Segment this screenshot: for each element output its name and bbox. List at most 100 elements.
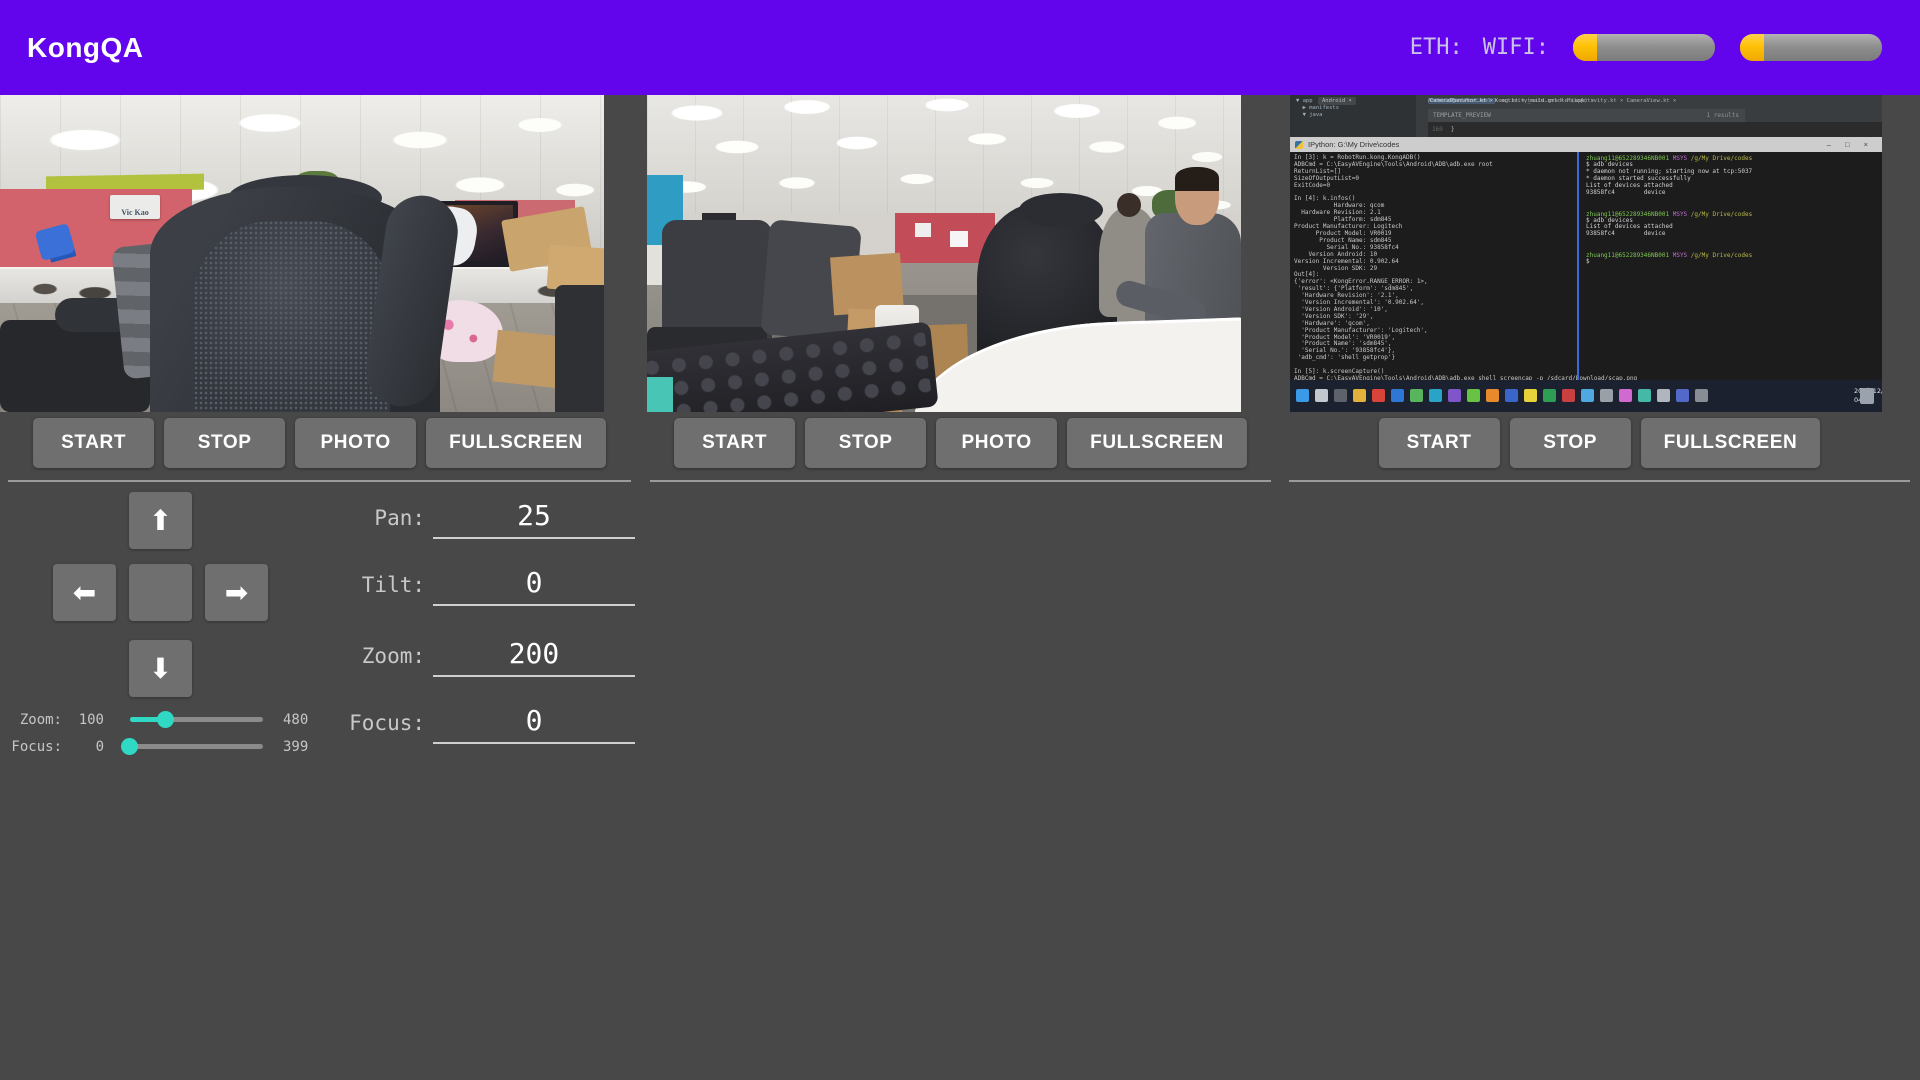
ide-search-results: 1 results — [1706, 109, 1739, 122]
shell-block: zhuang11@652289346NB001 MSYS /g/My Drive… — [1586, 252, 1878, 266]
focus-input[interactable]: 0 — [433, 704, 635, 737]
fullscreen-button[interactable]: FULLSCREEN — [1641, 418, 1821, 468]
stop-button[interactable]: STOP — [1510, 418, 1631, 468]
windows-taskbar: 下午 04:13 2020/12/2 — [1290, 380, 1882, 412]
start-button[interactable]: START — [674, 418, 795, 468]
camera-3-controls: START STOP FULLSCREEN — [1289, 418, 1910, 468]
pad-center-button[interactable] — [129, 564, 192, 621]
shell-block: zhuang11@652289346NB001 MSYS /g/My Drive… — [1586, 155, 1878, 197]
cardboard-box — [492, 330, 563, 389]
ide-toolbar: ▼ app ▶ manifests ▼ java Android ▾ Andro… — [1290, 95, 1882, 137]
show-desktop-icon — [1860, 388, 1874, 404]
zoom-slider-track[interactable] — [130, 717, 263, 722]
shell-path: /g/My Drive/codes — [1691, 252, 1752, 259]
focus-slider-label: Focus: — [2, 739, 62, 755]
zoom-input[interactable]: 200 — [433, 637, 635, 670]
panel-divider — [650, 480, 1271, 482]
pan-left-button[interactable]: ⬅ — [53, 564, 116, 621]
eth-signal-fill — [1573, 34, 1597, 61]
kongqa-app: KongQA ETH: WIFI: Vic Kao — [0, 0, 1920, 1080]
ide-tabs-right: Kong.kt × build.gradle (app) × — [1495, 98, 1594, 104]
stop-button[interactable]: STOP — [164, 418, 285, 468]
focus-input-underline — [433, 742, 635, 744]
zoom-slider-min: 100 — [60, 712, 104, 728]
camera-feed-1: Vic Kao — [0, 95, 604, 412]
ide-search-bar: TEMPLATE_PREVIEW 1 results — [1428, 109, 1745, 123]
focus-slider-track[interactable] — [130, 744, 263, 749]
up-arrow-icon: ⬆ — [149, 504, 172, 537]
fullscreen-button[interactable]: FULLSCREEN — [1067, 418, 1247, 468]
focus-slider-max: 399 — [283, 739, 327, 755]
zoom-input-underline — [433, 675, 635, 677]
tilt-field-label: Tilt: — [337, 573, 425, 597]
pan-input[interactable]: 25 — [433, 499, 635, 532]
focus-field-label: Focus: — [337, 711, 425, 735]
pane-divider — [1577, 152, 1579, 380]
camera-feed-3: ▼ app ▶ manifests ▼ java Android ▾ Andro… — [1290, 95, 1882, 412]
stop-button[interactable]: STOP — [805, 418, 926, 468]
camera-2-controls: START STOP PHOTO FULLSCREEN — [650, 418, 1271, 468]
focus-field-row: Focus: 0 — [337, 704, 637, 744]
zoom-field-label: Zoom: — [337, 644, 425, 668]
zoom-slider-thumb[interactable] — [157, 711, 174, 728]
camera-feed-2 — [647, 95, 1241, 412]
ide-code-text: } — [1451, 122, 1455, 137]
person-right-head — [1175, 167, 1219, 225]
shell-user: zhuang11@652289346NB001 — [1586, 252, 1669, 259]
focus-slider-thumb[interactable] — [121, 738, 138, 755]
window-control-icons: – □ × — [1827, 137, 1874, 152]
zoom-field-row: Zoom: 200 — [337, 637, 637, 677]
main-content: Vic Kao — [0, 95, 1920, 1080]
wifi-signal-fill — [1740, 34, 1764, 61]
ide-search-text: TEMPLATE_PREVIEW — [1433, 109, 1491, 122]
shell-prompt: zhuang11@652289346NB001 MSYS /g/My Drive… — [1586, 252, 1878, 259]
start-button[interactable]: START — [33, 418, 154, 468]
office-chair-right — [555, 285, 604, 412]
name-sign-text: Vic Kao — [121, 208, 148, 219]
wifi-signal-bar — [1740, 34, 1882, 61]
ide-line-number: 160 — [1428, 126, 1451, 133]
shell-block: zhuang11@652289346NB001 MSYS /g/My Drive… — [1586, 211, 1878, 239]
shell-output: $ adb devices * daemon not running; star… — [1586, 162, 1878, 197]
pan-input-underline — [433, 537, 635, 539]
start-button[interactable]: START — [1379, 418, 1500, 468]
ide-file-tabs: AndroidManifest.xml × activity_main.xml … — [1428, 98, 1878, 104]
tilt-input[interactable]: 0 — [433, 566, 635, 599]
pan-down-button[interactable]: ⬇ — [129, 640, 192, 697]
photo-button[interactable]: PHOTO — [295, 418, 416, 468]
shell-env: MSYS — [1673, 252, 1687, 259]
fullscreen-button[interactable]: FULLSCREEN — [426, 418, 606, 468]
shell-path: /g/My Drive/codes — [1691, 211, 1752, 218]
zoom-slider-label: Zoom: — [2, 712, 62, 728]
app-header: KongQA ETH: WIFI: — [0, 0, 1920, 95]
focus-slider-min: 0 — [60, 739, 104, 755]
shell-path: /g/My Drive/codes — [1691, 155, 1752, 162]
panel-divider — [8, 480, 631, 482]
name-sign: Vic Kao — [110, 195, 160, 219]
camera-1-controls: START STOP PHOTO FULLSCREEN — [8, 418, 631, 468]
teal-object — [647, 377, 673, 412]
panel-divider — [1289, 480, 1910, 482]
pan-right-button[interactable]: ➡ — [205, 564, 268, 621]
tilt-input-underline — [433, 604, 635, 606]
pan-field-row: Pan: 25 — [337, 499, 637, 539]
ide-editor-line: 160} — [1428, 122, 1882, 137]
console-window-titlebar: IPython: G:\My Drive\codes – □ × — [1290, 137, 1882, 152]
app-title: KongQA — [27, 32, 144, 64]
shell-env: MSYS — [1673, 155, 1687, 162]
pan-up-button[interactable]: ⬆ — [129, 492, 192, 549]
eth-signal-bar — [1573, 34, 1715, 61]
pan-field-label: Pan: — [337, 506, 425, 530]
right-arrow-icon: ➡ — [225, 576, 248, 609]
left-arrow-icon: ⬅ — [73, 576, 96, 609]
wifi-label: WIFI: — [1483, 35, 1549, 60]
taskbar-icons — [1296, 389, 1708, 402]
tilt-field-row: Tilt: 0 — [337, 566, 637, 606]
shell-pane: zhuang11@652289346NB001 MSYS /g/My Drive… — [1586, 155, 1878, 280]
down-arrow-icon: ⬇ — [149, 652, 172, 685]
connection-status: ETH: WIFI: — [1410, 34, 1882, 61]
photo-button[interactable]: PHOTO — [936, 418, 1057, 468]
eth-label: ETH: — [1410, 35, 1463, 60]
jacket-on-chair — [150, 187, 440, 412]
shell-env: MSYS — [1673, 211, 1687, 218]
